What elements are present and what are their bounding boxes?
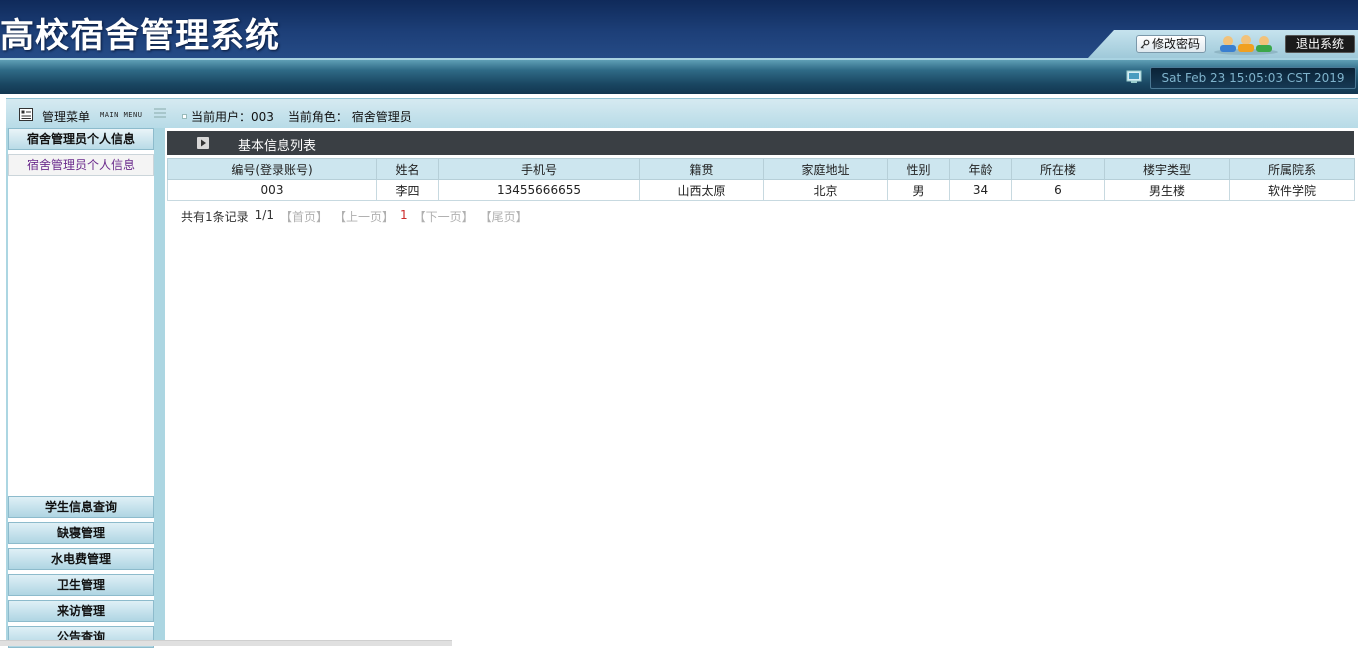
cell-gender: 男 <box>887 179 950 201</box>
pager-page-info: 1/1 <box>254 208 274 222</box>
datetime-display: Sat Feb 23 15:05:03 CST 2019 <box>1150 67 1356 89</box>
col-header-building-type: 楼宇类型 <box>1104 158 1230 180</box>
sidebar-item-student-query[interactable]: 学生信息查询 <box>8 496 154 518</box>
col-header-id: 编号(登录账号) <box>167 158 377 180</box>
col-header-phone: 手机号 <box>438 158 640 180</box>
sidebar-item-utility-fees[interactable]: 水电费管理 <box>8 548 154 570</box>
main-left-border <box>158 128 165 646</box>
pager-last-link[interactable]: 【尾页】 <box>480 208 528 225</box>
pager-prev-link[interactable]: 【上一页】 <box>334 208 394 225</box>
logout-button[interactable]: 退出系统 <box>1285 35 1355 53</box>
col-header-building: 所在楼 <box>1011 158 1105 180</box>
col-header-department: 所属院系 <box>1229 158 1355 180</box>
monitor-icon <box>1126 70 1142 83</box>
cell-id: 003 <box>167 179 377 201</box>
current-role-text: 当前角色： 宿舍管理员 <box>287 110 412 124</box>
sidebar-section-admin-info[interactable]: 宿舍管理员个人信息 <box>8 128 154 150</box>
menu-title: 管理菜单 <box>42 110 91 124</box>
menu-lines-icon <box>154 108 166 118</box>
sidebar-item-hygiene[interactable]: 卫生管理 <box>8 574 154 596</box>
change-password-button[interactable]: 修改密码 <box>1136 35 1207 53</box>
cell-age: 34 <box>949 179 1012 201</box>
col-header-hometown: 籍贯 <box>639 158 764 180</box>
sidebar-panel: 宿舍管理员个人信息 宿舍管理员个人信息 学生信息查询 缺寝管理 水电费管理 卫生… <box>8 128 154 648</box>
list-title: 基本信息列表 <box>238 139 317 154</box>
col-header-gender: 性别 <box>887 158 950 180</box>
current-user-text: 当前用户：003 <box>191 110 274 124</box>
cell-name: 李四 <box>376 179 439 201</box>
header-actions: 修改密码 退出系统 <box>1088 30 1358 58</box>
cell-department: 软件学院 <box>1229 179 1355 201</box>
menu-subtitle: MAIN MENU <box>100 111 143 119</box>
cell-phone: 13455666655 <box>438 179 640 201</box>
info-table: 编号(登录账号) 姓名 手机号 籍贯 家庭地址 性别 年龄 所在楼 楼宇类型 所… <box>167 158 1355 201</box>
menu-strip: 管理菜单 MAIN MENU 当前用户：003 当前角色： 宿舍管理员 <box>6 98 1358 128</box>
pager-summary: 共有1条记录 <box>181 210 249 224</box>
users-icon <box>1214 35 1278 55</box>
sidebar-item-absence[interactable]: 缺寝管理 <box>8 522 154 544</box>
main-content <box>158 128 1358 646</box>
cell-building: 6 <box>1011 179 1105 201</box>
cell-hometown: 山西太原 <box>639 179 764 201</box>
table-header-row: 编号(登录账号) 姓名 手机号 籍贯 家庭地址 性别 年龄 所在楼 楼宇类型 所… <box>167 158 1355 180</box>
pagination: 共有1条记录 1/1 【首页】 【上一页】 1 【下一页】 【尾页】 <box>181 208 528 225</box>
col-header-address: 家庭地址 <box>763 158 888 180</box>
key-icon <box>1140 39 1150 49</box>
table-row: 003 李四 13455666655 山西太原 北京 男 34 6 男生楼 软件… <box>167 179 1355 201</box>
bullet-icon <box>182 114 187 119</box>
sidebar-item-admin-info[interactable]: 宿舍管理员个人信息 <box>8 154 154 176</box>
col-header-name: 姓名 <box>376 158 439 180</box>
current-user-bar: 当前用户：003 当前角色： 宿舍管理员 <box>182 108 412 125</box>
change-password-label: 修改密码 <box>1152 37 1201 51</box>
pager-first-link[interactable]: 【首页】 <box>280 208 328 225</box>
pager-next-link[interactable]: 【下一页】 <box>414 208 474 225</box>
horizontal-scrollbar[interactable] <box>0 640 452 646</box>
col-header-age: 年龄 <box>949 158 1012 180</box>
sidebar-item-visitors[interactable]: 来访管理 <box>8 600 154 622</box>
sidebar: 宿舍管理员个人信息 宿舍管理员个人信息 学生信息查询 缺寝管理 水电费管理 卫生… <box>6 128 158 648</box>
cell-building-type: 男生楼 <box>1104 179 1230 201</box>
top-status-bar: Sat Feb 23 15:05:03 CST 2019 <box>0 58 1358 94</box>
menu-icon <box>19 108 33 121</box>
app-title: 高校宿舍管理系统 <box>0 16 280 56</box>
cell-address: 北京 <box>763 179 888 201</box>
pager-current-page: 1 <box>399 208 408 222</box>
play-icon <box>197 137 209 149</box>
app-header: 高校宿舍管理系统 修改密码 退出系统 <box>0 0 1358 58</box>
list-title-bar: 基本信息列表 <box>167 131 1354 155</box>
